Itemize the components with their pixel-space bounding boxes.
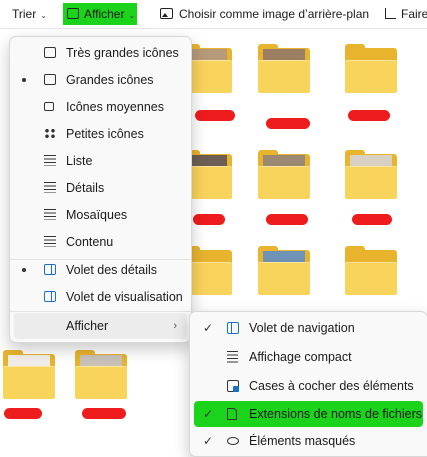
- submenu-item-hidden-items[interactable]: ✓ Éléments masqués: [194, 428, 423, 454]
- folder-item[interactable]: [3, 350, 55, 399]
- menu-item-list[interactable]: Liste: [14, 148, 187, 174]
- folder-item[interactable]: [258, 44, 310, 93]
- menu-item-label: Très grandes icônes: [66, 46, 179, 60]
- show-submenu: ✓ Volet de navigation Affichage compact …: [189, 311, 427, 457]
- submenu-item-label: Cases à cocher des éléments: [249, 379, 414, 393]
- checkmark-icon: ✓: [203, 407, 214, 421]
- share-icon: [385, 8, 396, 19]
- navigation-pane-icon: [227, 322, 239, 334]
- view-label: Afficher: [84, 7, 125, 21]
- menu-item-label: Contenu: [66, 235, 114, 249]
- menu-item-show[interactable]: Afficher ›: [14, 313, 187, 339]
- menu-item-large-icons[interactable]: Grandes icônes: [14, 67, 187, 93]
- monitor-icon: [44, 47, 56, 58]
- redacted-name: [348, 110, 390, 121]
- details-pane-icon: [44, 264, 56, 275]
- menu-item-label: Volet de visualisation: [66, 290, 183, 304]
- view-button[interactable]: Afficher ⌄: [63, 3, 137, 25]
- menu-item-label: Grandes icônes: [66, 73, 154, 87]
- menu-item-label: Petites icônes: [66, 127, 144, 141]
- menu-item-small-icons[interactable]: Petites icônes: [14, 121, 187, 147]
- folder-item[interactable]: [345, 44, 397, 93]
- menu-item-label: Volet des détails: [66, 263, 158, 277]
- monitor-small-icon: [44, 102, 54, 111]
- set-background-label: Choisir comme image d’arrière-plan: [179, 7, 370, 21]
- menu-item-details[interactable]: Détails: [14, 175, 187, 201]
- submenu-item-item-checkboxes[interactable]: Cases à cocher des éléments: [194, 373, 423, 399]
- sort-label: Trier: [12, 7, 37, 21]
- checkmark-icon: ✓: [203, 321, 214, 335]
- monitor-icon: [44, 74, 56, 85]
- command-bar: Trier ⌄ Afficher ⌄ Choisir comme image d’a…: [0, 0, 427, 29]
- submenu-item-navigation-pane[interactable]: ✓ Volet de navigation: [194, 315, 423, 341]
- menu-item-label: Icônes moyennes: [66, 100, 164, 114]
- menu-separator: [10, 311, 191, 312]
- checkmark-icon: ✓: [203, 434, 214, 448]
- submenu-item-compact-view[interactable]: Affichage compact: [194, 344, 423, 370]
- file-extension-icon: [227, 408, 237, 420]
- content-icon: [44, 236, 56, 247]
- submenu-item-label: Extensions de noms de fichiers: [249, 407, 423, 421]
- folder-item[interactable]: [258, 150, 310, 199]
- sort-button[interactable]: Trier ⌄: [12, 3, 47, 25]
- chevron-right-icon: ›: [173, 320, 177, 332]
- view-dropdown-menu: Très grandes icônes Grandes icônes Icône…: [9, 36, 192, 343]
- menu-item-extra-large-icons[interactable]: Très grandes icônes: [14, 40, 187, 66]
- submenu-item-label: Éléments masqués: [249, 434, 356, 448]
- menu-item-label: Mosaïques: [66, 208, 128, 222]
- share-label: Faire: [401, 7, 427, 21]
- menu-item-label: Détails: [66, 181, 105, 195]
- submenu-item-label: Volet de navigation: [249, 321, 355, 335]
- checkbox-icon: [227, 380, 239, 392]
- view-icon: [67, 8, 79, 19]
- redacted-name: [352, 214, 392, 225]
- tiles-icon: [44, 209, 56, 220]
- list-icon: [44, 155, 56, 166]
- redacted-name: [193, 214, 225, 225]
- folder-item[interactable]: [258, 246, 310, 295]
- small-icons-icon: [44, 128, 56, 139]
- set-background-button[interactable]: Choisir comme image d’arrière-plan: [160, 3, 369, 25]
- menu-item-medium-icons[interactable]: Icônes moyennes: [14, 94, 187, 120]
- chevron-down-icon: ⌄: [40, 11, 47, 20]
- menu-item-preview-pane[interactable]: Volet de visualisation: [14, 284, 187, 310]
- menu-item-label: Liste: [66, 154, 93, 168]
- redacted-name: [195, 110, 235, 121]
- chevron-down-icon: ⌄: [128, 11, 136, 20]
- compact-view-icon: [227, 351, 238, 363]
- menu-item-details-pane[interactable]: Volet des détails: [14, 257, 187, 283]
- submenu-item-label: Affichage compact: [249, 350, 352, 364]
- redacted-name: [4, 408, 42, 419]
- redacted-name: [82, 408, 126, 419]
- menu-item-content[interactable]: Contenu: [14, 229, 187, 255]
- eye-icon: [227, 437, 239, 445]
- folder-item[interactable]: [345, 150, 397, 199]
- submenu-item-file-extensions[interactable]: ✓ Extensions de noms de fichiers: [194, 401, 423, 427]
- menu-item-tiles[interactable]: Mosaïques: [14, 202, 187, 228]
- folder-item[interactable]: [345, 246, 397, 295]
- preview-pane-icon: [44, 291, 56, 302]
- selected-bullet-icon: [22, 78, 26, 82]
- image-icon: [160, 8, 173, 19]
- menu-item-label: Afficher: [66, 319, 109, 333]
- share-button[interactable]: Faire: [385, 3, 427, 25]
- redacted-name: [266, 214, 308, 225]
- folder-item[interactable]: [75, 350, 127, 399]
- redacted-name: [266, 118, 310, 129]
- details-icon: [44, 182, 56, 193]
- selected-bullet-icon: [22, 268, 26, 272]
